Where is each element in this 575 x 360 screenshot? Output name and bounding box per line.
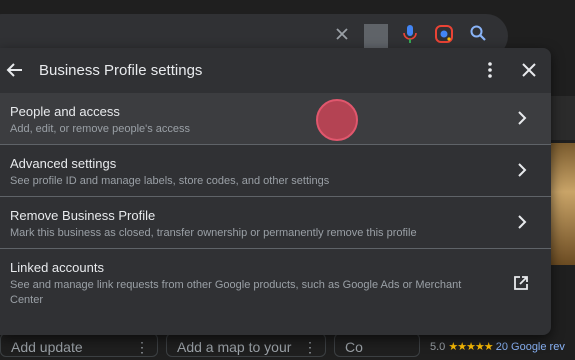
row-description: See profile ID and manage labels, store …	[10, 175, 330, 187]
business-profile-settings-dialog: Business Profile settings People and acc…	[0, 48, 551, 335]
search-icon[interactable]	[466, 24, 490, 48]
dialog-header: Business Profile settings	[0, 48, 551, 93]
rating-stars: ★★★★★	[448, 341, 493, 353]
chevron-right-icon	[512, 108, 532, 128]
microphone-icon[interactable]	[398, 24, 422, 48]
reviews-link[interactable]: 20 Google rev	[496, 341, 565, 353]
advanced-settings-row[interactable]: Advanced settings See profile ID and man…	[0, 145, 551, 197]
back-arrow-icon[interactable]	[4, 59, 26, 81]
row-description: Mark this business as closed, transfer o…	[10, 227, 417, 239]
row-title: Advanced settings	[10, 156, 117, 171]
open-in-new-icon	[512, 274, 530, 292]
row-description: See and manage link requests from other …	[10, 279, 462, 306]
more-vert-icon[interactable]: ⋮	[303, 334, 317, 360]
more-vert-icon[interactable]: ⋮	[135, 334, 149, 360]
side-panel-edge	[548, 96, 575, 140]
rating-summary: 5.0 ★★★★★ 20 Google rev	[430, 340, 565, 353]
dialog-title: Business Profile settings	[39, 62, 203, 79]
settings-list: People and access Add, edit, or remove p…	[0, 93, 551, 315]
add-update-card[interactable]: Add update ⋮	[0, 333, 158, 357]
remove-business-profile-row[interactable]: Remove Business Profile Mark this busine…	[0, 197, 551, 249]
google-lens-icon[interactable]	[432, 24, 456, 48]
divider	[364, 24, 388, 48]
row-title: Remove Business Profile	[10, 208, 156, 223]
photo-thumbnail[interactable]	[548, 143, 575, 265]
row-title: People and access	[10, 104, 120, 119]
third-card[interactable]: Co	[334, 333, 420, 357]
people-and-access-row[interactable]: People and access Add, edit, or remove p…	[0, 93, 551, 145]
touch-indicator	[316, 99, 358, 141]
chevron-right-icon	[512, 212, 532, 232]
more-vert-icon[interactable]	[479, 59, 501, 81]
close-icon[interactable]	[518, 59, 540, 81]
chevron-right-icon	[512, 160, 532, 180]
linked-accounts-row[interactable]: Linked accounts See and manage link requ…	[0, 249, 551, 315]
add-map-card[interactable]: Add a map to your ⋮	[166, 333, 326, 357]
row-description: Add, edit, or remove people's access	[10, 123, 191, 135]
rating-score: 5.0	[430, 341, 446, 353]
row-title: Linked accounts	[10, 260, 104, 275]
clear-search-icon[interactable]	[330, 24, 354, 48]
